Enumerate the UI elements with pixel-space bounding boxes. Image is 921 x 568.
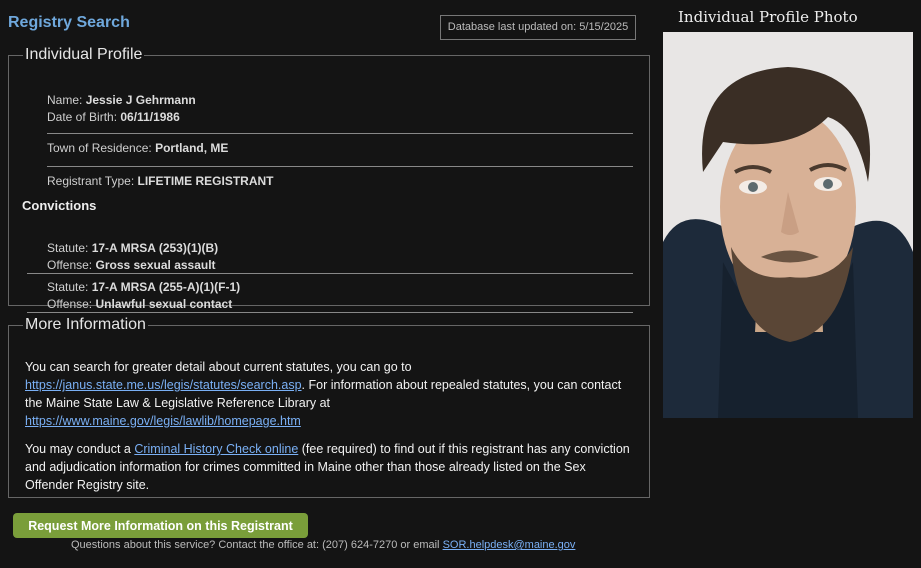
statute-row: Statute: 17-A MRSA (255-A)(1)(F-1) [47, 279, 240, 296]
town-label: Town of Residence: [47, 141, 156, 155]
offense-label: Offense: [47, 258, 96, 272]
helpdesk-email-link[interactable]: SOR.helpdesk@maine.gov [443, 539, 576, 551]
offense-value: Gross sexual assault [95, 258, 216, 272]
footer-contact: Questions about this service? Contact th… [71, 539, 575, 551]
statutes-search-link[interactable]: https://janus.state.me.us/legis/statutes… [25, 378, 302, 392]
statute-label: Statute: [47, 280, 92, 294]
individual-profile-panel: Individual Profile Name: Jessie J Gehrma… [8, 46, 650, 313]
convictions-heading: Convictions [22, 198, 97, 213]
statute-row: Statute: 17-A MRSA (253)(1)(B) [47, 240, 218, 257]
registrant-type-label: Registrant Type: [47, 174, 138, 188]
page-title: Registry Search [8, 14, 130, 31]
more-information-legend: More Information [25, 316, 146, 333]
statute-label: Statute: [47, 241, 92, 255]
offense-row: Offense: Gross sexual assault [47, 257, 218, 274]
divider [47, 133, 633, 134]
name-dob-block: Name: Jessie J Gehrmann Date of Birth: 0… [47, 92, 196, 126]
registrant-type-row: Registrant Type: LIFETIME REGISTRANT [47, 174, 274, 188]
database-updated-badge: Database last updated on: 5/15/2025 [440, 15, 636, 40]
offense-label: Offense: [47, 297, 96, 311]
statutes-text-a: You can search for greater detail about … [25, 360, 412, 374]
name-value: Jessie J Gehrmann [85, 93, 196, 107]
photo-title: Individual Profile Photo [678, 8, 858, 26]
statute-value: 17-A MRSA (253)(1)(B) [91, 241, 219, 255]
footer-text: Questions about this service? Contact th… [71, 539, 443, 551]
divider [47, 166, 633, 167]
offense-row: Offense: Unlawful sexual contact [47, 296, 240, 313]
more-information-panel: More Information You can search for grea… [8, 316, 650, 498]
divider [27, 273, 633, 274]
request-more-information-button[interactable]: Request More Information on this Registr… [13, 513, 308, 538]
law-library-link[interactable]: https://www.maine.gov/legis/lawlib/homep… [25, 414, 301, 428]
name-label: Name: [47, 93, 86, 107]
individual-profile-legend: Individual Profile [25, 46, 143, 63]
dob-row: Date of Birth: 06/11/1986 [47, 109, 196, 126]
divider [27, 312, 633, 313]
dob-value: 06/11/1986 [120, 110, 180, 124]
profile-photo-image [663, 32, 913, 418]
town-value: Portland, ME [155, 141, 229, 155]
registrant-type-value: LIFETIME REGISTRANT [137, 174, 274, 188]
statutes-paragraph: You can search for greater detail about … [25, 358, 635, 430]
history-check-paragraph: You may conduct a Criminal History Check… [25, 440, 635, 494]
town-row: Town of Residence: Portland, ME [47, 141, 228, 155]
conviction-item: Statute: 17-A MRSA (255-A)(1)(F-1) Offen… [47, 279, 240, 313]
offense-value: Unlawful sexual contact [95, 297, 233, 311]
conviction-item: Statute: 17-A MRSA (253)(1)(B) Offense: … [47, 240, 218, 274]
statute-value: 17-A MRSA (255-A)(1)(F-1) [91, 280, 241, 294]
history-text-a: You may conduct a [25, 442, 135, 456]
dob-label: Date of Birth: [47, 110, 121, 124]
name-row: Name: Jessie J Gehrmann [47, 92, 196, 109]
criminal-history-check-link[interactable]: Criminal History Check online [134, 442, 298, 456]
profile-photo [663, 32, 913, 418]
